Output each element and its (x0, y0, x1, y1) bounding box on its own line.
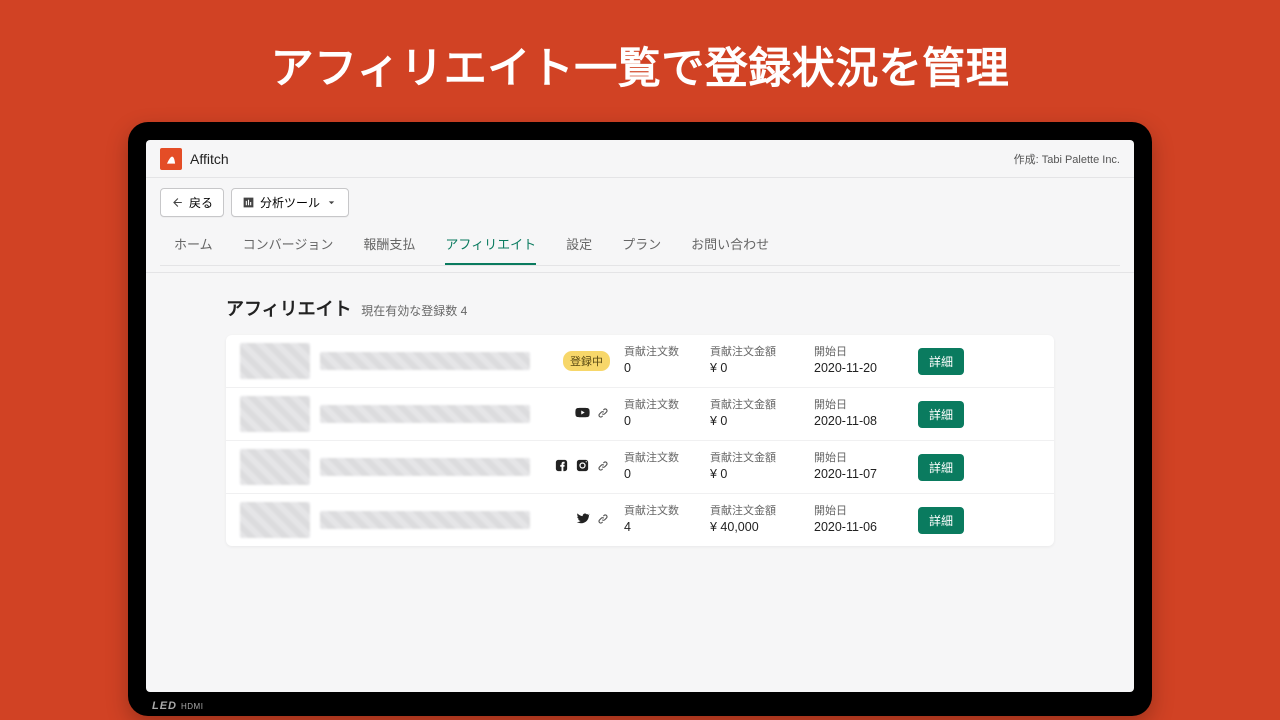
affiliate-row: 貢献注文数0 貢献注文金額¥ 0 開始日2020-11-08 詳細 (226, 388, 1054, 441)
affiliate-name-redacted (320, 405, 530, 423)
link-icon (596, 512, 610, 529)
page-title: アフィリエイト (226, 295, 352, 321)
affiliate-name-redacted (320, 511, 530, 529)
stat: 貢献注文金額¥ 0 (710, 451, 800, 484)
stat: 貢献注文金額¥ 40,000 (710, 504, 800, 537)
back-button[interactable]: 戻る (160, 188, 224, 217)
stat: 開始日2020-11-08 (814, 398, 904, 431)
arrow-left-icon (171, 196, 184, 209)
stat: 開始日2020-11-07 (814, 451, 904, 484)
tab-6[interactable]: お問い合わせ (691, 224, 769, 265)
stat: 貢献注文数4 (624, 504, 696, 537)
affiliate-avatar-redacted (240, 502, 310, 538)
affiliate-row: 登録中貢献注文数0 貢献注文金額¥ 0 開始日2020-11-20 詳細 (226, 335, 1054, 388)
affiliate-avatar-redacted (240, 449, 310, 485)
analytics-dropdown[interactable]: 分析ツール (231, 188, 349, 217)
youtube-icon (575, 405, 590, 423)
marketing-headline: アフィリエイト一覧で登録状況を管理 (0, 0, 1280, 96)
stat: 開始日2020-11-06 (814, 504, 904, 537)
instagram-icon (575, 458, 590, 476)
detail-button[interactable]: 詳細 (918, 507, 964, 534)
detail-button[interactable]: 詳細 (918, 401, 964, 428)
tab-5[interactable]: プラン (622, 224, 661, 265)
app-name: Affitch (190, 151, 229, 167)
creator-label: 作成: Tabi Palette Inc. (1014, 151, 1120, 167)
detail-button[interactable]: 詳細 (918, 454, 964, 481)
stat: 貢献注文金額¥ 0 (710, 345, 800, 378)
affiliate-avatar-redacted (240, 343, 310, 379)
stat: 貢献注文数0 (624, 345, 696, 378)
detail-button[interactable]: 詳細 (918, 348, 964, 375)
facebook-icon (554, 458, 569, 476)
analytics-dropdown-label: 分析ツール (260, 194, 320, 211)
registering-badge: 登録中 (563, 351, 610, 371)
affiliate-name-redacted (320, 352, 530, 370)
caret-down-icon (325, 196, 338, 209)
app-logo (160, 148, 182, 170)
affiliate-row: 貢献注文数4 貢献注文金額¥ 40,000 開始日2020-11-06 詳細 (226, 494, 1054, 546)
affiliate-name-redacted (320, 458, 530, 476)
stat: 貢献注文数0 (624, 398, 696, 431)
affiliate-row: 貢献注文数0 貢献注文金額¥ 0 開始日2020-11-07 詳細 (226, 441, 1054, 494)
page-subtitle: 現在有効な登録数 4 (361, 304, 467, 318)
stat: 貢献注文金額¥ 0 (710, 398, 800, 431)
tab-0[interactable]: ホーム (174, 224, 213, 265)
stat: 開始日2020-11-20 (814, 345, 904, 378)
tab-2[interactable]: 報酬支払 (363, 224, 415, 265)
tab-1[interactable]: コンバージョン (243, 224, 334, 265)
affiliate-avatar-redacted (240, 396, 310, 432)
back-button-label: 戻る (189, 194, 213, 211)
tab-3[interactable]: アフィリエイト (445, 224, 536, 265)
tab-4[interactable]: 設定 (566, 224, 592, 265)
twitter-icon (575, 511, 590, 529)
link-icon (596, 406, 610, 423)
bar-chart-icon (242, 196, 255, 209)
link-icon (596, 459, 610, 476)
stat: 貢献注文数0 (624, 451, 696, 484)
